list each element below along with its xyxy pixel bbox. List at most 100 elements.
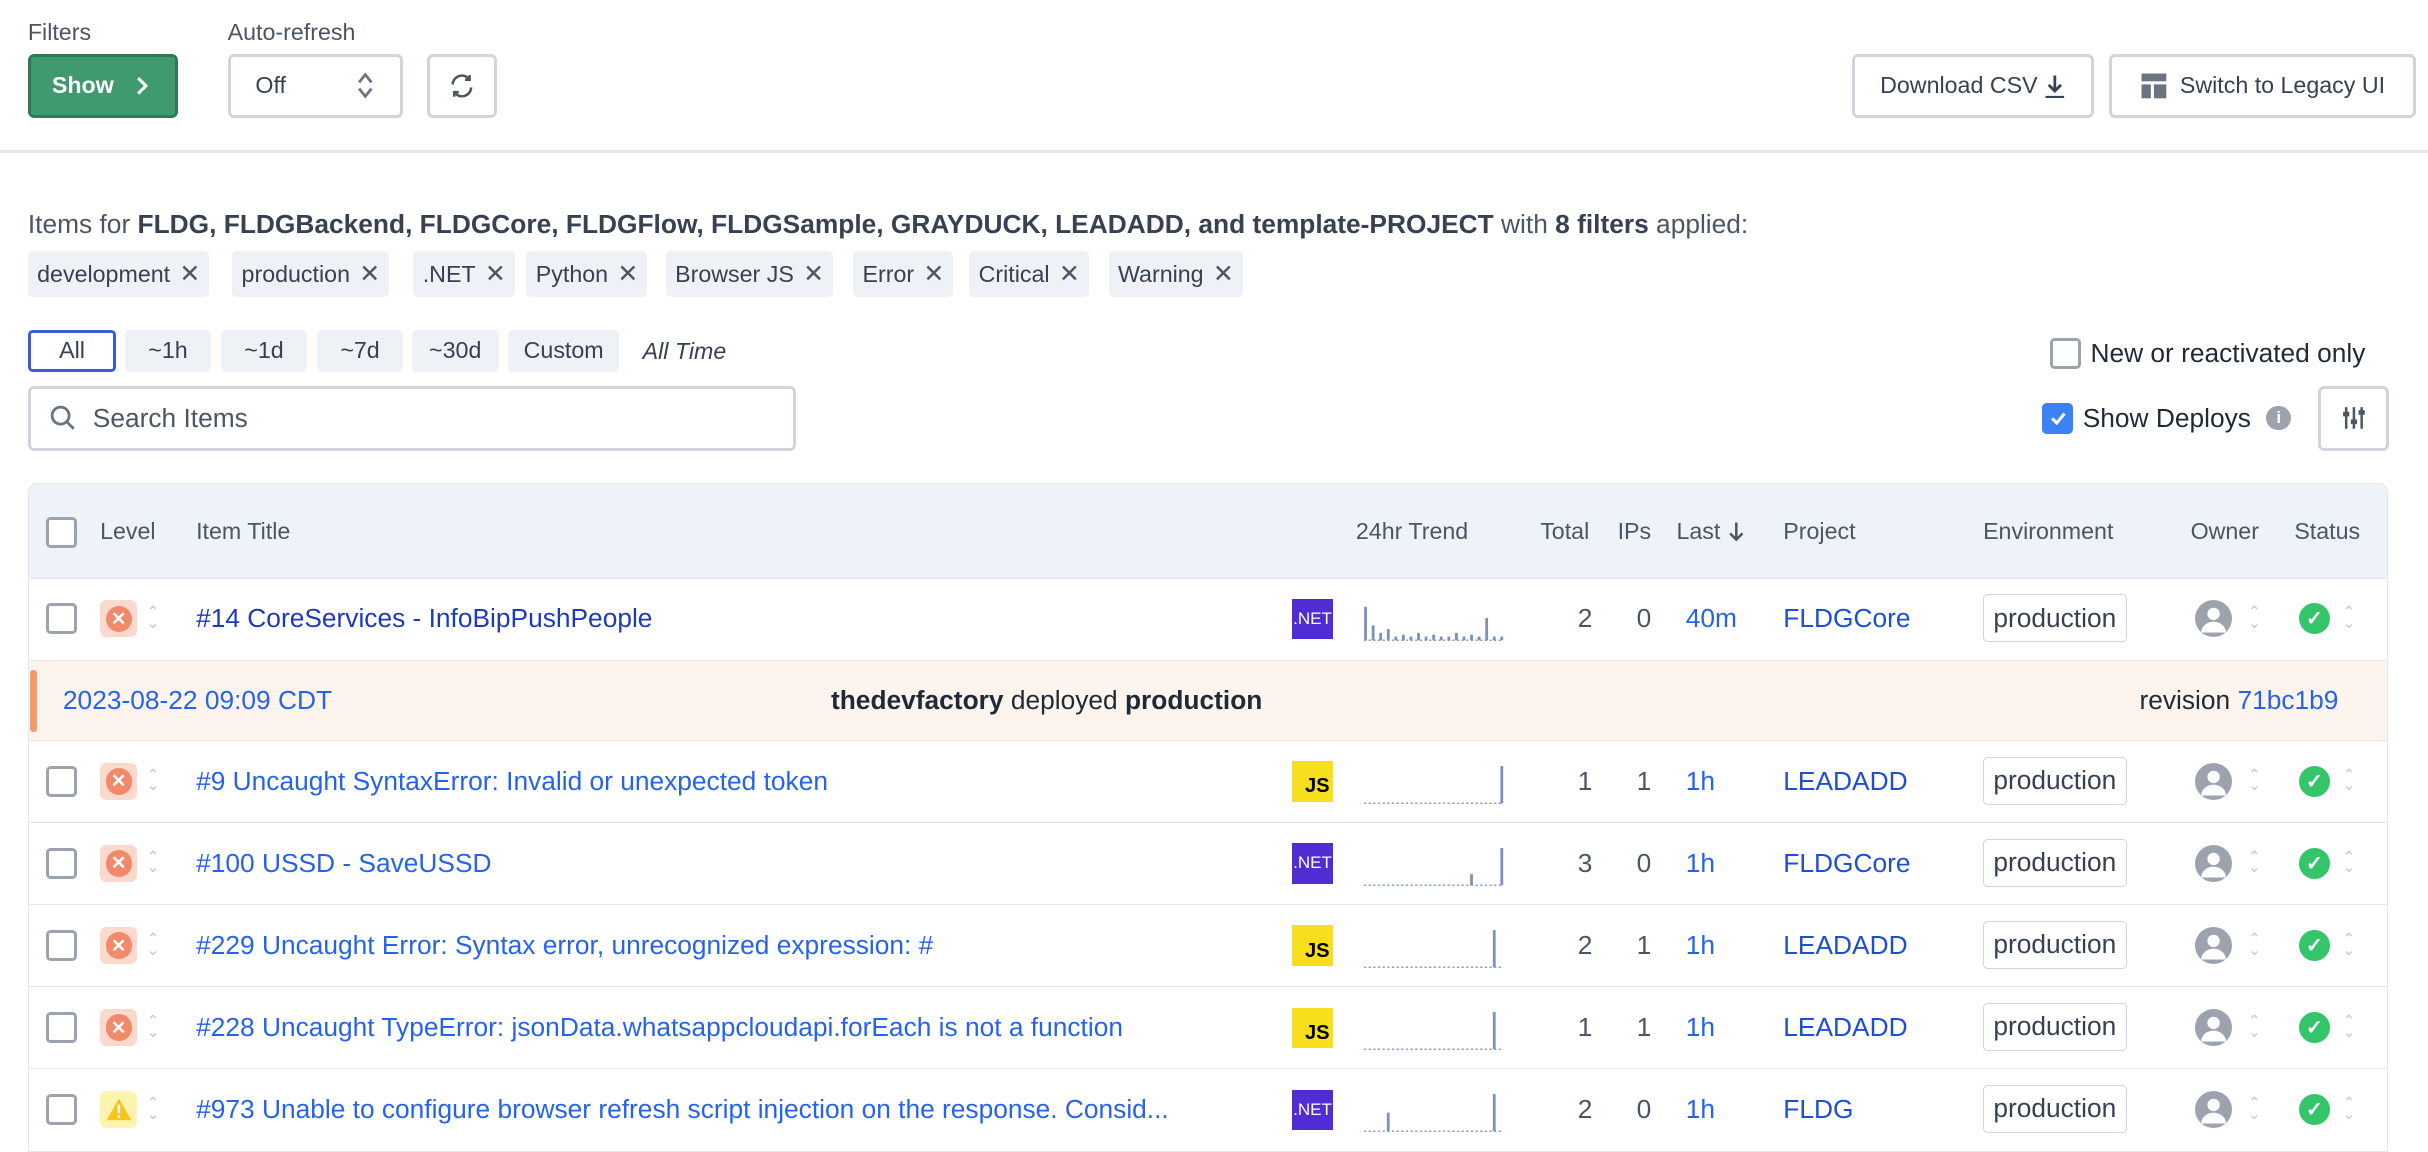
row-checkbox[interactable] <box>45 765 77 797</box>
row-checkbox[interactable] <box>45 930 77 962</box>
search-input[interactable] <box>92 402 744 434</box>
owner-updown-icon[interactable]: ⌃ ⌄ <box>2248 931 2261 957</box>
status-updown-icon[interactable]: ⌃ ⌄ <box>2342 1096 2355 1122</box>
revision-link[interactable]: 71bc1b9 <box>2237 685 2338 715</box>
row-checkbox[interactable] <box>45 1012 77 1044</box>
header-project[interactable]: Project <box>1783 518 1855 545</box>
header-environment[interactable]: Environment <box>1983 518 2113 545</box>
header-level[interactable]: Level <box>100 518 156 545</box>
status-updown-icon[interactable]: ⌃ ⌄ <box>2342 767 2355 793</box>
status-resolved-icon[interactable]: ✓ <box>2298 848 2330 879</box>
item-title-link[interactable]: #229 Uncaught Error: Syntax error, unrec… <box>196 930 1264 961</box>
level-updown-icon[interactable]: ⌃ ⌄ <box>147 1096 160 1122</box>
last-seen-link[interactable]: 1h <box>1686 1094 1715 1125</box>
owner-avatar-icon[interactable] <box>2195 844 2233 883</box>
last-seen-link[interactable]: 1h <box>1686 848 1715 879</box>
search-box[interactable] <box>27 385 796 451</box>
status-updown-icon[interactable]: ⌃ ⌄ <box>2342 605 2355 631</box>
project-link[interactable]: LEADADD <box>1783 1012 1907 1043</box>
filter-chip-dotnet[interactable]: .NET ✕ <box>413 250 515 298</box>
deploy-date-link[interactable]: 2023-08-22 09:09 CDT <box>63 685 332 716</box>
switch-legacy-ui-button[interactable]: Switch to Legacy UI <box>2109 54 2416 118</box>
time-range-custom[interactable]: Custom <box>507 329 620 372</box>
status-updown-icon[interactable]: ⌃ ⌄ <box>2342 931 2355 957</box>
autorefresh-select[interactable]: Off <box>227 54 403 118</box>
time-range-1d[interactable]: ~1d <box>221 329 307 372</box>
status-resolved-icon[interactable]: ✓ <box>2298 1094 2330 1126</box>
status-updown-icon[interactable]: ⌃ ⌄ <box>2342 1014 2355 1040</box>
owner-avatar-icon[interactable] <box>2195 762 2233 800</box>
header-status[interactable]: Status <box>2294 518 2360 545</box>
project-link[interactable]: FLDGCore <box>1783 603 1910 634</box>
filter-chip-error[interactable]: Error ✕ <box>853 250 954 298</box>
status-resolved-icon[interactable]: ✓ <box>2298 603 2330 635</box>
status-resolved-icon[interactable]: ✓ <box>2298 1012 2330 1044</box>
owner-updown-icon[interactable]: ⌃ ⌄ <box>2248 1096 2261 1122</box>
show-deploys-checkbox[interactable] <box>2042 402 2074 434</box>
info-icon[interactable]: i <box>2266 405 2292 431</box>
time-range-30d[interactable]: ~30d <box>411 329 499 372</box>
project-link[interactable]: FLDGCore <box>1783 848 1910 879</box>
owner-updown-icon[interactable]: ⌃ ⌄ <box>2248 849 2261 875</box>
table-row[interactable]: ✕ ⌃ ⌄ #9 Uncaught SyntaxError: Invalid or u… <box>28 741 2387 824</box>
status-resolved-icon[interactable]: ✓ <box>2298 930 2330 962</box>
table-row[interactable]: ⌃ ⌄ #973 Unable to configure browser refre… <box>28 1069 2387 1152</box>
status-resolved-icon[interactable]: ✓ <box>2298 765 2330 797</box>
close-icon[interactable]: ✕ <box>803 259 824 289</box>
owner-updown-icon[interactable]: ⌃ ⌄ <box>2248 605 2261 631</box>
column-settings-button[interactable] <box>2318 385 2390 451</box>
filter-chip-warning[interactable]: Warning ✕ <box>1108 250 1243 298</box>
last-seen-link[interactable]: 1h <box>1686 930 1715 961</box>
row-checkbox[interactable] <box>45 848 77 879</box>
header-total[interactable]: Total <box>1540 518 1589 545</box>
close-icon[interactable]: ✕ <box>1059 259 1080 289</box>
status-updown-icon[interactable]: ⌃ ⌄ <box>2342 849 2355 875</box>
header-trend[interactable]: 24hr Trend <box>1356 518 1468 545</box>
item-title-link[interactable]: #14 CoreServices - InfoBipPushPeople <box>196 603 1264 634</box>
project-link[interactable]: LEADADD <box>1783 930 1907 961</box>
table-row[interactable]: ✕ ⌃ ⌄ #228 Uncaught TypeError: jsonData.wha… <box>28 987 2387 1070</box>
time-range-1h[interactable]: ~1h <box>125 329 211 372</box>
level-updown-icon[interactable]: ⌃ ⌄ <box>147 1014 160 1040</box>
show-deploys-option[interactable]: Show Deploys i <box>2042 402 2292 434</box>
close-icon[interactable]: ✕ <box>179 259 200 289</box>
close-icon[interactable]: ✕ <box>485 259 506 289</box>
filter-chip-browser-js[interactable]: Browser JS ✕ <box>665 250 834 298</box>
header-ips[interactable]: IPs <box>1618 518 1652 545</box>
owner-avatar-icon[interactable] <box>2195 1091 2233 1129</box>
table-row[interactable]: ✕ ⌃ ⌄ #100 USSD - SaveUSSD .NET 3 0 1h FLDGCore p… <box>28 823 2387 906</box>
item-title-link[interactable]: #228 Uncaught TypeError: jsonData.whatsa… <box>196 1012 1264 1043</box>
refresh-button[interactable] <box>427 54 498 118</box>
level-updown-icon[interactable]: ⌃ ⌄ <box>147 767 160 793</box>
filter-chip-production[interactable]: production ✕ <box>232 250 390 298</box>
owner-avatar-icon[interactable] <box>2195 1009 2233 1047</box>
item-title-link[interactable]: #9 Uncaught SyntaxError: Invalid or unex… <box>196 766 1264 797</box>
owner-updown-icon[interactable]: ⌃ ⌄ <box>2248 767 2261 793</box>
close-icon[interactable]: ✕ <box>359 259 380 289</box>
row-checkbox[interactable] <box>45 1094 77 1126</box>
header-title[interactable]: Item Title <box>196 518 290 545</box>
new-only-option[interactable]: New or reactivated only <box>2050 338 2365 369</box>
time-range-all[interactable]: All <box>27 329 117 372</box>
header-owner[interactable]: Owner <box>2191 518 2259 545</box>
close-icon[interactable]: ✕ <box>1213 259 1234 289</box>
close-icon[interactable]: ✕ <box>617 259 638 289</box>
filter-chip-critical[interactable]: Critical ✕ <box>969 250 1089 298</box>
header-last[interactable]: Last <box>1676 518 1745 545</box>
level-updown-icon[interactable]: ⌃ ⌄ <box>147 605 160 631</box>
filter-chip-python[interactable]: Python ✕ <box>526 250 648 298</box>
level-updown-icon[interactable]: ⌃ ⌄ <box>147 849 160 875</box>
download-csv-button[interactable]: Download CSV <box>1852 54 2094 118</box>
select-all-checkbox[interactable] <box>45 516 77 548</box>
owner-updown-icon[interactable]: ⌃ ⌄ <box>2248 1014 2261 1040</box>
item-title-link[interactable]: #973 Unable to configure browser refresh… <box>196 1094 1264 1125</box>
time-range-7d[interactable]: ~7d <box>317 329 403 372</box>
row-checkbox[interactable] <box>45 603 77 635</box>
owner-avatar-icon[interactable] <box>2195 926 2233 965</box>
last-seen-link[interactable]: 1h <box>1686 1012 1715 1043</box>
project-link[interactable]: LEADADD <box>1783 766 1907 797</box>
level-updown-icon[interactable]: ⌃ ⌄ <box>147 931 160 957</box>
filter-chip-development[interactable]: development ✕ <box>27 250 210 298</box>
close-icon[interactable]: ✕ <box>923 259 944 289</box>
owner-avatar-icon[interactable] <box>2195 600 2233 638</box>
